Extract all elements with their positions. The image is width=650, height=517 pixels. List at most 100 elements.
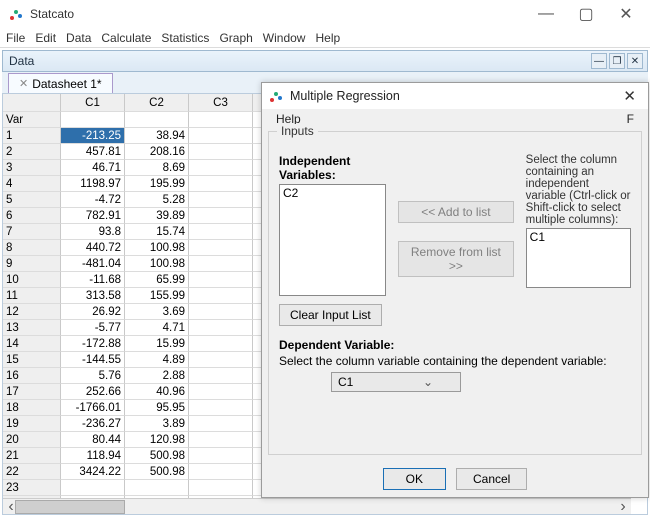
cell[interactable]: 3.89 xyxy=(125,416,189,432)
cell[interactable]: 3.69 xyxy=(125,304,189,320)
cell[interactable]: 4.89 xyxy=(125,352,189,368)
cell[interactable]: 252.66 xyxy=(61,384,125,400)
cell[interactable] xyxy=(125,480,189,496)
cell[interactable]: 5.28 xyxy=(125,192,189,208)
column-header[interactable]: C2 xyxy=(125,94,189,112)
row-header[interactable]: 11 xyxy=(3,288,61,304)
cell[interactable] xyxy=(189,368,253,384)
cell[interactable] xyxy=(189,352,253,368)
cell[interactable] xyxy=(189,336,253,352)
cell[interactable] xyxy=(61,480,125,496)
dialog-close-button[interactable]: ✕ xyxy=(617,87,642,105)
cell[interactable]: 3424.22 xyxy=(61,464,125,480)
data-panel-minimize-button[interactable]: — xyxy=(591,53,607,69)
row-header[interactable]: 3 xyxy=(3,160,61,176)
dependent-variable-combo[interactable]: C1 ⌄ xyxy=(331,372,461,392)
cell[interactable]: 5.76 xyxy=(61,368,125,384)
cell[interactable]: 95.95 xyxy=(125,400,189,416)
cell[interactable]: 118.94 xyxy=(61,448,125,464)
row-header[interactable]: 22 xyxy=(3,464,61,480)
row-header[interactable]: 10 xyxy=(3,272,61,288)
cell[interactable]: 80.44 xyxy=(61,432,125,448)
cell[interactable]: 500.98 xyxy=(125,448,189,464)
column-header[interactable]: C1 xyxy=(61,94,125,112)
cell[interactable]: -11.68 xyxy=(61,272,125,288)
horizontal-scrollbar[interactable]: ‹ › xyxy=(3,498,631,514)
row-header[interactable]: 14 xyxy=(3,336,61,352)
clear-input-list-button[interactable]: Clear Input List xyxy=(279,304,382,326)
independent-variables-listbox[interactable]: C2 xyxy=(279,184,386,296)
add-to-list-button[interactable]: << Add to list xyxy=(398,201,514,223)
row-header[interactable]: 12 xyxy=(3,304,61,320)
cell[interactable]: 2.88 xyxy=(125,368,189,384)
cell[interactable]: 15.99 xyxy=(125,336,189,352)
cell[interactable]: 1198.97 xyxy=(61,176,125,192)
row-header[interactable]: 23 xyxy=(3,480,61,496)
cancel-button[interactable]: Cancel xyxy=(456,468,527,490)
row-header[interactable]: 4 xyxy=(3,176,61,192)
data-panel-close-button[interactable]: ✕ xyxy=(627,53,643,69)
cell[interactable]: 93.8 xyxy=(61,224,125,240)
cell[interactable] xyxy=(189,400,253,416)
cell[interactable] xyxy=(189,224,253,240)
menu-statistics[interactable]: Statistics xyxy=(161,31,209,45)
cell[interactable]: 313.58 xyxy=(61,288,125,304)
cell[interactable] xyxy=(189,256,253,272)
row-header[interactable]: 16 xyxy=(3,368,61,384)
cell[interactable]: 40.96 xyxy=(125,384,189,400)
tab-close-icon[interactable]: ✕ xyxy=(19,77,28,90)
menu-calculate[interactable]: Calculate xyxy=(101,31,151,45)
cell[interactable]: -236.27 xyxy=(61,416,125,432)
window-close-button[interactable]: ✕ xyxy=(606,1,646,27)
row-header[interactable]: 1 xyxy=(3,128,61,144)
cell[interactable]: 782.91 xyxy=(61,208,125,224)
cell[interactable] xyxy=(189,192,253,208)
cell[interactable] xyxy=(189,304,253,320)
cell[interactable]: 26.92 xyxy=(61,304,125,320)
cell[interactable] xyxy=(189,464,253,480)
cell[interactable]: 39.89 xyxy=(125,208,189,224)
cell[interactable]: 120.98 xyxy=(125,432,189,448)
cell[interactable]: 100.98 xyxy=(125,256,189,272)
var-cell[interactable] xyxy=(125,112,189,128)
cell[interactable] xyxy=(189,240,253,256)
cell[interactable] xyxy=(189,272,253,288)
cell[interactable]: -172.88 xyxy=(61,336,125,352)
cell[interactable] xyxy=(189,160,253,176)
row-header[interactable]: 9 xyxy=(3,256,61,272)
cell[interactable]: -5.77 xyxy=(61,320,125,336)
cell[interactable]: 440.72 xyxy=(61,240,125,256)
available-columns-listbox[interactable]: C1 xyxy=(526,228,631,288)
data-panel-maximize-button[interactable]: ❐ xyxy=(609,53,625,69)
menu-file[interactable]: File xyxy=(6,31,25,45)
cell[interactable] xyxy=(189,128,253,144)
var-cell[interactable] xyxy=(61,112,125,128)
cell[interactable] xyxy=(189,288,253,304)
row-header[interactable]: 2 xyxy=(3,144,61,160)
window-minimize-button[interactable]: — xyxy=(526,1,566,27)
row-header[interactable]: 17 xyxy=(3,384,61,400)
menu-data[interactable]: Data xyxy=(66,31,91,45)
row-header[interactable]: 15 xyxy=(3,352,61,368)
cell[interactable] xyxy=(189,320,253,336)
scroll-right-icon[interactable]: › xyxy=(615,499,631,515)
tab-datasheet-1[interactable]: ✕ Datasheet 1* xyxy=(8,73,113,93)
window-maximize-button[interactable]: ▢ xyxy=(566,1,606,27)
cell[interactable]: -213.25 xyxy=(61,128,125,144)
cell[interactable]: 65.99 xyxy=(125,272,189,288)
cell[interactable]: 155.99 xyxy=(125,288,189,304)
cell[interactable]: 500.98 xyxy=(125,464,189,480)
cell[interactable]: 457.81 xyxy=(61,144,125,160)
cell[interactable]: 195.99 xyxy=(125,176,189,192)
menu-edit[interactable]: Edit xyxy=(35,31,56,45)
row-header[interactable]: 19 xyxy=(3,416,61,432)
cell[interactable] xyxy=(189,480,253,496)
cell[interactable]: -1766.01 xyxy=(61,400,125,416)
cell[interactable] xyxy=(189,208,253,224)
row-header[interactable]: 7 xyxy=(3,224,61,240)
row-header[interactable]: 5 xyxy=(3,192,61,208)
cell[interactable] xyxy=(189,384,253,400)
column-header[interactable]: C3 xyxy=(189,94,253,112)
cell[interactable] xyxy=(189,176,253,192)
remove-from-list-button[interactable]: Remove from list >> xyxy=(398,241,514,277)
